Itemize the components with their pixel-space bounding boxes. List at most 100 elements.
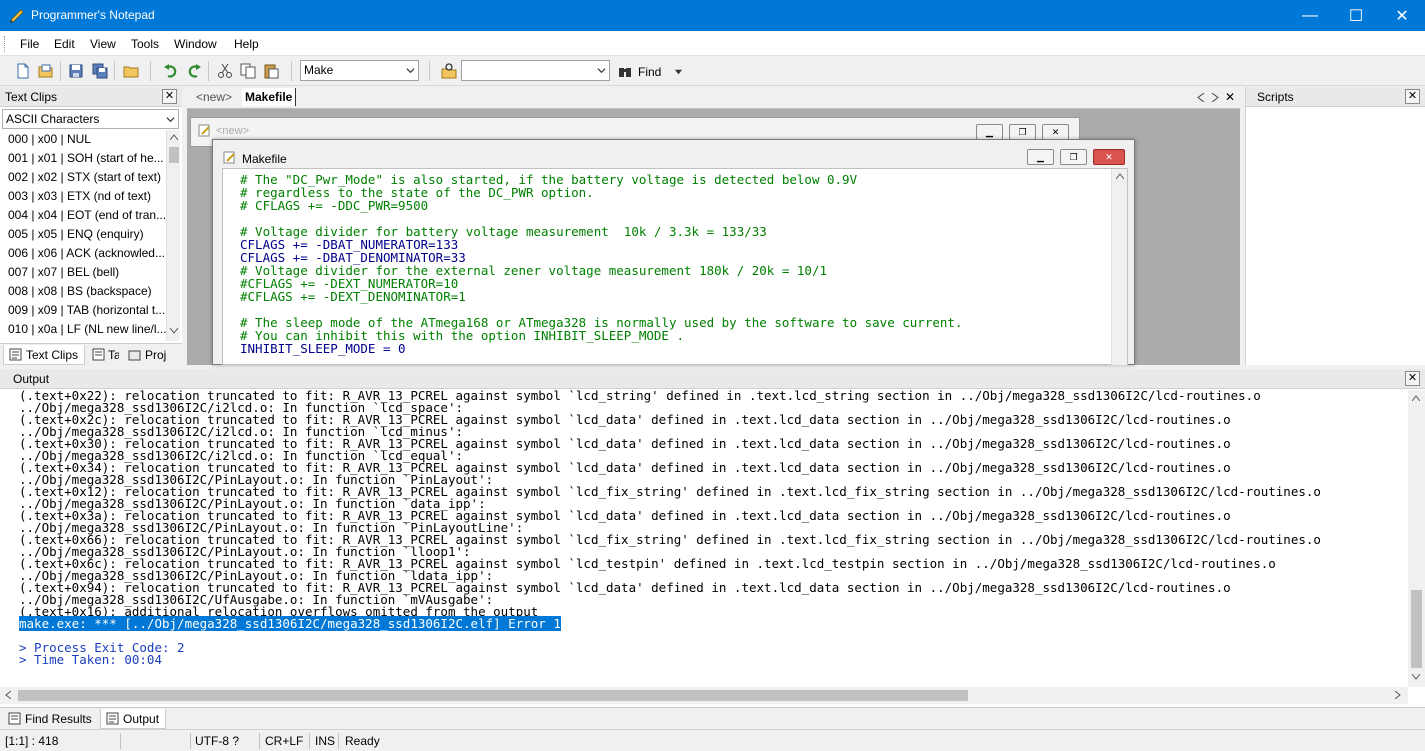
child-new-maximize-button[interactable]: ❐ <box>1009 124 1036 140</box>
scroll-thumb[interactable] <box>18 690 968 701</box>
child-new-close-button[interactable]: ✕ <box>1042 124 1069 140</box>
restore-icon: ❐ <box>1069 151 1078 162</box>
menu-view[interactable]: View <box>90 37 116 51</box>
app-icon <box>10 9 24 23</box>
maximize-button[interactable]: ☐ <box>1333 0 1379 31</box>
list-item[interactable]: 002 | x02 | STX (start of text) <box>0 168 166 187</box>
output-text[interactable]: (.text+0x22): relocation truncated to fi… <box>19 390 1409 686</box>
tab-text-clips[interactable]: Text Clips <box>3 345 85 365</box>
undo-button[interactable] <box>162 62 180 80</box>
tags-icon <box>92 348 105 361</box>
scroll-down-icon[interactable] <box>170 328 178 334</box>
child-new-minimize-button[interactable]: ▁ <box>976 124 1003 140</box>
clips-list[interactable]: 000 | x00 | NUL 001 | x01 | SOH (start o… <box>0 130 166 340</box>
find-in-files-button[interactable] <box>440 62 458 80</box>
scripts-panel <box>1245 87 1425 365</box>
menu-edit[interactable]: Edit <box>54 37 75 51</box>
tab-makefile[interactable]: Makefile <box>242 88 297 106</box>
toolbar-separator <box>208 61 209 81</box>
scroll-down-icon[interactable] <box>1412 674 1420 680</box>
toolbar: Make Find <box>0 56 1425 86</box>
text-clips-title-bar: Text Clips <box>0 87 182 107</box>
toolbar-separator <box>429 61 430 81</box>
copy-button[interactable] <box>239 62 257 80</box>
menu-window[interactable]: Window <box>174 37 217 51</box>
tab-find-results[interactable]: Find Results <box>3 709 99 729</box>
list-item[interactable]: 007 | x07 | BEL (bell) <box>0 263 166 282</box>
scroll-left-icon[interactable] <box>5 691 11 699</box>
save-all-button[interactable] <box>91 62 109 80</box>
child-makefile-close-button[interactable]: ✕ <box>1093 149 1125 165</box>
output-title: Output <box>13 372 50 386</box>
code-line: # CFLAGS += -DDC_PWR=9500 <box>240 198 429 213</box>
redo-button[interactable] <box>185 62 203 80</box>
status-separator <box>190 733 191 749</box>
list-item[interactable]: 008 | x08 | BS (backspace) <box>0 282 166 301</box>
scroll-right-icon[interactable] <box>1395 691 1401 699</box>
tab-scroll-left-icon[interactable] <box>1197 93 1205 102</box>
tab-tags[interactable]: Ta <box>87 345 119 365</box>
status-encoding[interactable]: UTF-8 ? <box>195 734 239 748</box>
cut-button[interactable] <box>216 62 234 80</box>
left-panel-tabs: Text Clips Ta Proj <box>0 343 182 365</box>
new-file-button[interactable] <box>14 62 32 80</box>
close-icon: ✕ <box>1407 90 1418 102</box>
tab-tags-label: Ta <box>108 348 119 362</box>
scripts-close-button[interactable]: ✕ <box>1405 89 1420 104</box>
cut-icon <box>218 63 232 78</box>
status-bar: [1:1] : 418 UTF-8 ? CR+LF INS Ready <box>0 729 1425 751</box>
minimize-button[interactable]: — <box>1287 0 1333 31</box>
child-makefile-maximize-button[interactable]: ❐ <box>1060 149 1087 165</box>
status-line-endings[interactable]: CR+LF <box>265 734 303 748</box>
clips-scrollbar[interactable] <box>166 130 180 341</box>
tab-text-clips-label: Text Clips <box>26 348 79 362</box>
list-item[interactable]: 001 | x01 | SOH (start of he... <box>0 149 166 168</box>
scheme-select[interactable]: Make <box>300 60 419 81</box>
code-editor[interactable]: # The "DC_Pwr_Mode" is also started, if … <box>222 168 1128 365</box>
status-separator <box>338 733 339 749</box>
list-item[interactable]: 005 | x05 | ENQ (enquiry) <box>0 225 166 244</box>
menu-file[interactable]: File <box>20 37 39 51</box>
find-in-files-icon <box>441 63 457 79</box>
menu-help[interactable]: Help <box>234 37 259 51</box>
scroll-up-icon[interactable] <box>170 134 178 140</box>
output-line: > Time Taken: 00:04 <box>19 652 162 667</box>
output-horizontal-scrollbar[interactable] <box>0 687 1408 704</box>
tab-new-document[interactable]: <new> <box>196 90 232 104</box>
close-icon: ✕ <box>164 90 175 102</box>
open-file-button[interactable] <box>37 62 55 80</box>
list-item[interactable]: 004 | x04 | EOT (end of tran... <box>0 206 166 225</box>
text-clips-close-button[interactable]: ✕ <box>162 89 177 104</box>
editor-scrollbar[interactable] <box>1111 169 1127 365</box>
scroll-up-icon[interactable] <box>1116 173 1124 179</box>
scroll-thumb[interactable] <box>1411 590 1422 668</box>
list-item[interactable]: 000 | x00 | NUL <box>0 130 166 149</box>
scroll-thumb[interactable] <box>169 147 179 163</box>
menu-tools[interactable]: Tools <box>131 37 159 51</box>
list-item[interactable]: 010 | x0a | LF (NL new line/l... <box>0 320 166 339</box>
clips-category-select[interactable]: ASCII Characters <box>2 109 179 129</box>
search-input[interactable] <box>461 60 610 81</box>
tab-close-icon[interactable]: ✕ <box>1225 90 1235 104</box>
child-makefile-minimize-button[interactable]: ▁ <box>1027 149 1054 165</box>
status-separator <box>309 733 310 749</box>
paste-icon <box>264 64 279 79</box>
open-project-button[interactable] <box>122 62 140 80</box>
find-button[interactable]: Find <box>638 65 661 79</box>
output-close-button[interactable]: ✕ <box>1405 371 1420 386</box>
list-item[interactable]: 009 | x09 | TAB (horizontal t... <box>0 301 166 320</box>
scroll-up-icon[interactable] <box>1412 395 1420 401</box>
output-vertical-scrollbar[interactable] <box>1408 390 1425 687</box>
output-title-bar: Output <box>0 369 1425 389</box>
tab-projects[interactable]: Proj <box>123 345 175 365</box>
find-dropdown-icon[interactable] <box>674 67 683 76</box>
tab-output[interactable]: Output <box>100 709 166 729</box>
list-item[interactable]: 003 | x03 | ETX (nd of text) <box>0 187 166 206</box>
document-edit-icon <box>198 124 210 137</box>
list-item[interactable]: 006 | x06 | ACK (acknowled... <box>0 244 166 263</box>
close-button[interactable]: ✕ <box>1379 0 1425 31</box>
minimize-icon: — <box>1302 6 1318 24</box>
save-button[interactable] <box>67 62 85 80</box>
paste-button[interactable] <box>262 62 280 80</box>
tab-scroll-right-icon[interactable] <box>1211 93 1219 102</box>
